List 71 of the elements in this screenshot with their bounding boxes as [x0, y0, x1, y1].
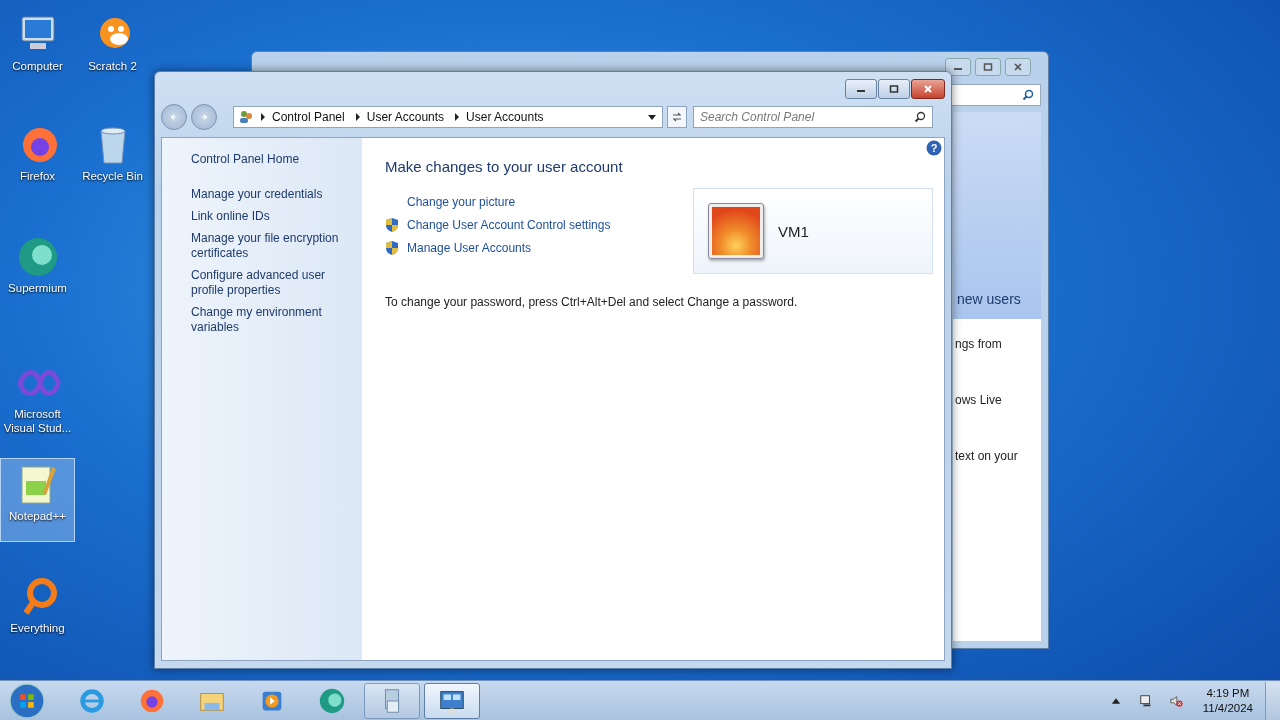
sidebar-link[interactable]: Control Panel Home	[191, 152, 352, 167]
icon-label: Computer	[12, 59, 63, 73]
taskbar-button[interactable]	[364, 682, 420, 719]
sidebar-link[interactable]: Link online IDs	[191, 209, 352, 224]
icon-label: Supermium	[8, 281, 67, 295]
sidebar-link[interactable]: Change my environment variables	[191, 305, 352, 335]
user-name: VM1	[778, 222, 809, 240]
body-text: text on your	[955, 448, 1019, 464]
taskbar-button[interactable]	[424, 682, 480, 719]
banner-text: new users	[957, 291, 1021, 307]
forward-button[interactable]	[191, 104, 217, 130]
clock-time: 4:19 PM	[1206, 685, 1250, 701]
desktop-icon[interactable]: Computer	[0, 8, 75, 92]
password-note: To change your password, press Ctrl+Alt+Del and select Change a password.	[385, 295, 799, 309]
users-icon	[238, 109, 254, 125]
breadcrumb-arrow-icon	[260, 113, 266, 121]
restore-icon	[983, 62, 993, 72]
icon-label: Scratch 2	[88, 59, 137, 73]
address-bar[interactable]: Control Panel User Accounts User Accounts	[233, 106, 663, 128]
sidebar-link[interactable]: Configure advanced user profile properties	[191, 268, 352, 298]
back-button[interactable]	[161, 104, 187, 130]
sidebar-link[interactable]: Manage your credentials	[191, 187, 352, 202]
refresh-button[interactable]	[667, 106, 687, 128]
user-picture	[708, 203, 764, 259]
task-link[interactable]: Change your picture	[407, 194, 516, 210]
task-link[interactable]: Manage User Accounts	[407, 240, 532, 256]
breadcrumb-arrow-icon	[454, 113, 461, 121]
breadcrumb-arrow-icon	[354, 113, 361, 121]
network-icon[interactable]	[1138, 693, 1153, 708]
sidebar-link[interactable]: Manage your file encryption certificates	[191, 231, 352, 261]
refresh-arrows-icon	[671, 111, 683, 123]
desktop-icon[interactable]: Supermium	[0, 230, 75, 314]
windows-logo-icon	[9, 682, 45, 719]
page-heading: Make changes to your user account	[385, 158, 624, 175]
close-icon	[923, 84, 933, 94]
search-field[interactable]	[951, 84, 1041, 106]
dropdown-caret-icon	[648, 114, 656, 120]
minimize-button[interactable]	[945, 58, 971, 76]
icon-label: Recycle Bin	[82, 169, 143, 183]
restore-button[interactable]	[975, 58, 1001, 76]
desktop-icon[interactable]: Scratch 2	[75, 8, 150, 92]
desktop-icon[interactable]: Firefox	[0, 118, 75, 202]
body-text: ngs from	[955, 336, 1003, 352]
volume-muted-icon[interactable]	[1168, 693, 1183, 708]
icon-label: Firefox	[19, 169, 56, 183]
restore-icon	[889, 84, 899, 94]
search-field[interactable]: Search Control Panel	[693, 106, 933, 128]
close-button[interactable]	[911, 79, 945, 99]
close-icon	[1013, 62, 1023, 72]
icon-label: Microsoft Visual Stud...	[2, 407, 73, 435]
help-icon[interactable]: ?	[926, 140, 942, 156]
desktop-icon[interactable]: Microsoft Visual Stud...	[0, 356, 75, 440]
clock[interactable]: 4:19 PM 11/4/2024	[1202, 685, 1253, 716]
search-icon	[1022, 89, 1034, 101]
icon-label: Everything	[10, 621, 65, 635]
clock-date: 11/4/2024	[1202, 700, 1253, 716]
minimize-button[interactable]	[845, 79, 877, 99]
task-link[interactable]: Change User Account Control settings	[407, 217, 611, 233]
shield-icon	[385, 217, 399, 233]
desktop-icon[interactable]: Recycle Bin	[75, 118, 150, 202]
search-icon	[914, 111, 926, 123]
body-text: ows Live	[955, 392, 1003, 408]
icon-label: Notepad++	[9, 509, 66, 523]
restore-button[interactable]	[878, 79, 910, 99]
breadcrumb-link[interactable]: Control Panel	[272, 110, 345, 124]
breadcrumb-link[interactable]: User Accounts	[466, 110, 544, 124]
shield-icon	[385, 240, 399, 256]
breadcrumb-link[interactable]: User Accounts	[366, 110, 445, 124]
show-desktop-button[interactable]	[1265, 681, 1280, 720]
desktop-icon[interactable]: Everything	[0, 570, 75, 654]
close-button[interactable]	[1005, 58, 1031, 76]
